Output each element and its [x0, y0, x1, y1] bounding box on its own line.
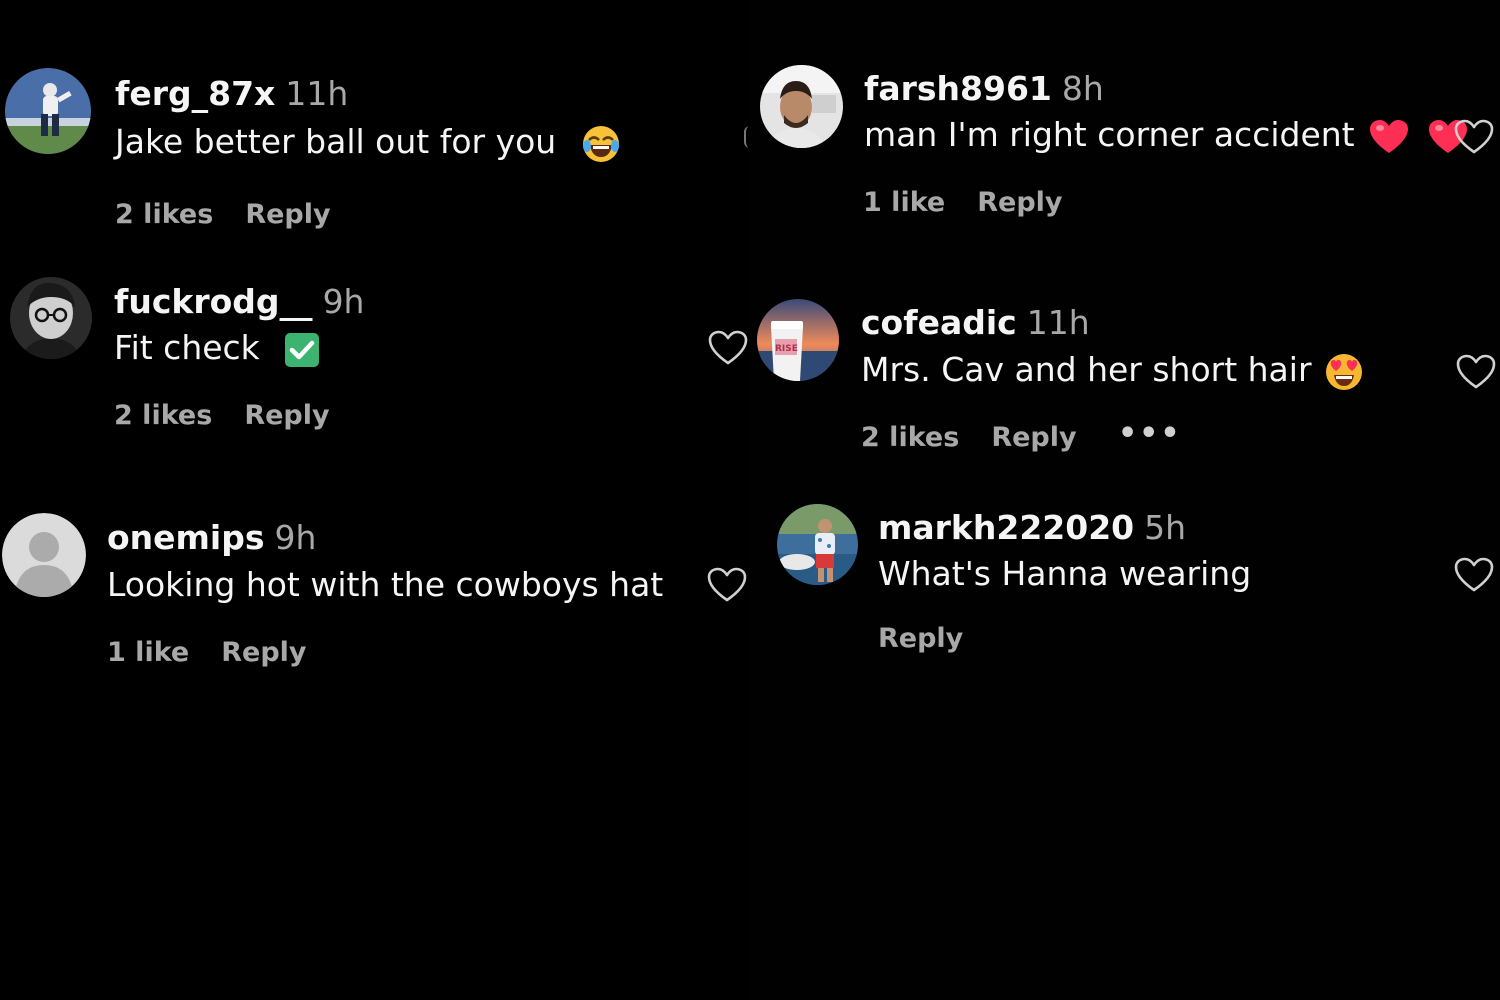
timestamp: 9h: [274, 518, 317, 557]
svg-text:RISE: RISE: [775, 344, 798, 354]
likes-count[interactable]: 2 likes: [114, 399, 212, 433]
username[interactable]: farsh8961: [864, 69, 1052, 108]
comment-text: Fit check: [114, 328, 260, 367]
avatar[interactable]: [10, 277, 92, 359]
check-mark-emoji: [284, 332, 320, 368]
default-avatar-icon[interactable]: [2, 513, 86, 597]
username[interactable]: cofeadic: [861, 303, 1017, 342]
timestamp: 11h: [1026, 303, 1090, 342]
timestamp: 5h: [1144, 508, 1187, 547]
timestamp: 8h: [1061, 69, 1104, 108]
laughing-emoji: [581, 124, 621, 164]
heart-icon[interactable]: [708, 330, 748, 366]
comment-text: What's Hanna wearing: [878, 554, 1252, 593]
comment-text: Looking hot with the cowboys hat: [107, 565, 664, 604]
comment-text: Mrs. Cav and her short hair: [861, 350, 1312, 389]
username[interactable]: ferg_87x: [115, 74, 275, 113]
heart-icon[interactable]: [1454, 119, 1494, 155]
reply-button[interactable]: Reply: [244, 399, 329, 433]
likes-count[interactable]: 1 like: [863, 186, 945, 220]
avatar[interactable]: [760, 65, 843, 148]
likes-count[interactable]: 2 likes: [115, 198, 213, 232]
avatar[interactable]: [777, 504, 858, 585]
username[interactable]: onemips: [107, 518, 265, 557]
reply-button[interactable]: Reply: [245, 198, 330, 232]
comment-text: man I'm right corner accident: [864, 115, 1355, 154]
heart-icon[interactable]: [707, 567, 747, 603]
more-options-icon[interactable]: •••: [1118, 416, 1182, 451]
red-heart-emoji: [1369, 119, 1409, 155]
reply-button[interactable]: Reply: [878, 622, 963, 656]
likes-count[interactable]: 2 likes: [861, 421, 959, 455]
reply-button[interactable]: Reply: [221, 636, 306, 670]
heart-icon[interactable]: [1456, 354, 1496, 390]
likes-count[interactable]: 1 like: [107, 636, 189, 670]
username[interactable]: fuckrodg__: [114, 282, 313, 321]
left-comments-panel: ferg_87x 11h Jake better ball out for you…: [0, 0, 748, 1000]
username[interactable]: markh222020: [878, 508, 1134, 547]
heart-eyes-emoji: [1324, 352, 1364, 392]
heart-icon[interactable]: [1454, 557, 1494, 593]
right-comments-panel: farsh8961 8h man I'm right corner acciden…: [748, 0, 1500, 1000]
comment-text: Jake better ball out for you: [115, 122, 557, 161]
avatar[interactable]: [5, 68, 91, 154]
reply-button[interactable]: Reply: [991, 421, 1076, 455]
timestamp: 9h: [322, 282, 365, 321]
avatar[interactable]: RISE: [757, 299, 839, 381]
reply-button[interactable]: Reply: [977, 186, 1062, 220]
timestamp: 11h: [285, 74, 349, 113]
